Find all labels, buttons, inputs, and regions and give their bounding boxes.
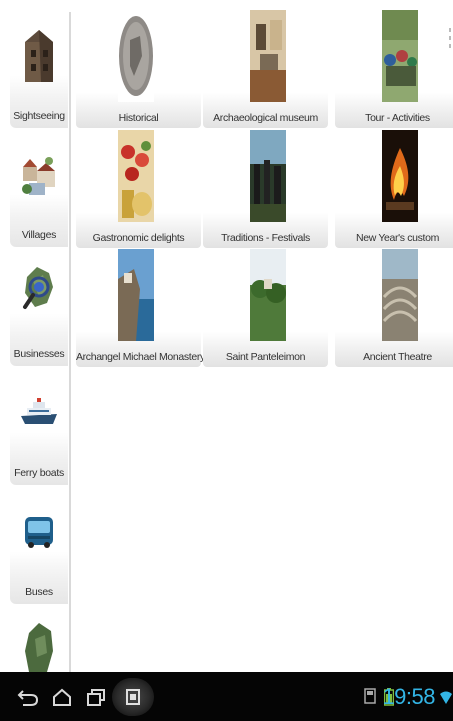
sidebar-item-ferry-boats[interactable]: Ferry boats [10, 369, 68, 485]
sidebar-item-buses[interactable]: Buses [10, 488, 68, 604]
sd-card-icon [364, 688, 376, 709]
map-icon [16, 617, 62, 672]
tile-label: Archaeological museum [213, 112, 318, 124]
tile-label: Gastronomic delights [92, 232, 185, 244]
ferry-icon [16, 379, 62, 445]
tour-activities-thumbnail [382, 10, 418, 102]
ancient-theatre-thumbnail [382, 249, 418, 341]
castle-icon [16, 22, 62, 88]
system-navigation-bar: 19:58 [0, 672, 453, 721]
saint-panteleimon-thumbnail [250, 249, 286, 341]
scrollbar-indicator[interactable] [449, 28, 452, 54]
archangel-michael-monastery-thumbnail [118, 249, 154, 341]
tile-saint-panteleimon[interactable]: Saint Panteleimon [203, 249, 328, 367]
sidebar-item-label: Sightseeing [13, 110, 65, 122]
tile-label: Traditions - Festivals [221, 232, 310, 244]
sidebar-item-label: Businesses [13, 348, 65, 360]
tile-gastronomic-delights[interactable]: Gastronomic delights [76, 130, 201, 248]
tile-label: New Year's custom [355, 232, 439, 244]
category-sidebar: Sightseeing Villages Businesses Ferry bo… [0, 0, 70, 672]
clock: 19:58 [382, 684, 435, 709]
tile-label: Tour - Activities [365, 112, 430, 124]
screenshot-icon[interactable] [112, 678, 154, 716]
tile-label: Archangel Michael Monastery [76, 351, 205, 363]
wifi-icon [440, 690, 452, 709]
sidebar-item-label: Ferry boats [14, 467, 64, 479]
home-icon[interactable] [50, 686, 74, 708]
traditions-festivals-thumbnail [250, 130, 286, 222]
sidebar-item-sightseeing[interactable]: Sightseeing [10, 12, 68, 128]
sidebar-item-label: Villages [21, 229, 57, 241]
archaeological-museum-thumbnail [250, 10, 286, 102]
tile-label: Saint Panteleimon [225, 351, 306, 363]
tile-archaeological-museum[interactable]: Archaeological museum [203, 10, 328, 128]
sidebar-divider [69, 12, 71, 672]
village-icon [16, 141, 62, 207]
historical-thumbnail [118, 10, 154, 102]
recent-apps-icon[interactable] [84, 686, 108, 708]
sidebar-item-businesses[interactable]: Businesses [10, 250, 68, 366]
sidebar-item-more[interactable] [10, 607, 68, 672]
tile-new-years-custom[interactable]: New Year's custom [335, 130, 453, 248]
tile-historical[interactable]: Historical [76, 10, 201, 128]
new-years-custom-thumbnail [382, 130, 418, 222]
gastronomic-delights-thumbnail [118, 130, 154, 222]
tile-traditions-festivals[interactable]: Traditions - Festivals [203, 130, 328, 248]
tile-ancient-theatre[interactable]: Ancient Theatre [335, 249, 453, 367]
back-icon[interactable] [16, 686, 40, 708]
bus-icon [16, 498, 62, 564]
map-search-icon [16, 260, 62, 326]
tile-label: Ancient Theatre [363, 351, 432, 363]
tile-label: Historical [118, 112, 159, 124]
tile-archangel-michael-monastery[interactable]: Archangel Michael Monastery [76, 249, 205, 367]
tile-tour-activities[interactable]: Tour - Activities [335, 10, 453, 128]
sidebar-item-villages[interactable]: Villages [10, 131, 68, 247]
sidebar-item-label: Buses [25, 586, 53, 598]
